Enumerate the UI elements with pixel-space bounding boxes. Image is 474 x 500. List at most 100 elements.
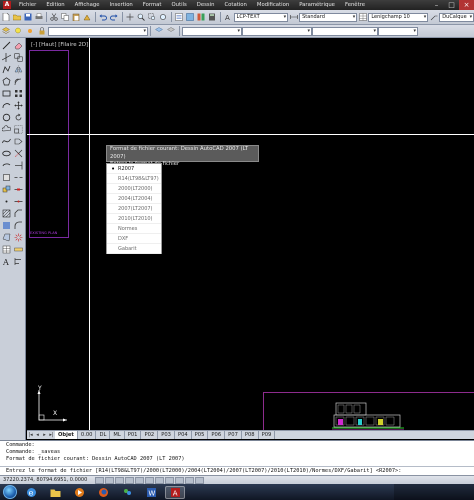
break-icon[interactable]	[13, 184, 24, 195]
option-r14[interactable]: R14(LT98&LT97)	[107, 174, 161, 184]
option-2010[interactable]: 2010(LT2010)	[107, 214, 161, 224]
autocad-taskbar-icon[interactable]: A	[165, 485, 185, 499]
erase-icon[interactable]	[13, 40, 24, 51]
tab-p04[interactable]: P04	[175, 431, 192, 439]
lightbulb-icon[interactable]	[13, 26, 23, 36]
tab-ml[interactable]: ML	[110, 431, 125, 439]
hatch-icon[interactable]	[1, 208, 12, 219]
file-explorer-icon[interactable]	[45, 486, 65, 499]
break-at-point-icon[interactable]	[13, 172, 24, 183]
text-style-select[interactable]: LCP-TEXT	[233, 12, 289, 22]
make-block-icon[interactable]	[1, 184, 12, 195]
redo-icon[interactable]	[110, 12, 119, 22]
autocad-logo-icon[interactable]: A	[0, 0, 14, 10]
pan-icon[interactable]	[126, 12, 135, 22]
menu-fichier[interactable]: Fichier	[14, 2, 41, 8]
polygon-icon[interactable]	[1, 76, 12, 87]
print-icon[interactable]	[34, 12, 43, 22]
linetype-select[interactable]	[242, 26, 312, 36]
close-icon[interactable]: ×	[459, 0, 474, 10]
polyline-icon[interactable]	[1, 64, 12, 75]
option-normes[interactable]: Normes	[107, 224, 161, 234]
match-properties-icon[interactable]	[83, 12, 92, 22]
tab-p08[interactable]: P08	[242, 431, 259, 439]
layer-properties-icon[interactable]	[1, 26, 11, 36]
menu-parametrique[interactable]: Paramétrique	[294, 2, 340, 8]
snap-toggle[interactable]	[105, 476, 114, 484]
lineweight-toggle[interactable]	[185, 476, 194, 484]
copy-object-icon[interactable]	[13, 52, 24, 63]
table-style-select[interactable]: Lenigchamp 10	[368, 12, 429, 22]
open-folder-icon[interactable]	[12, 12, 21, 22]
move-icon[interactable]	[13, 100, 24, 111]
menu-dessin[interactable]: Dessin	[192, 2, 220, 8]
line-icon[interactable]	[1, 40, 12, 51]
zoom-window-icon[interactable]	[148, 12, 157, 22]
quick-properties-toggle[interactable]	[195, 476, 204, 484]
ellipse-icon[interactable]	[1, 148, 12, 159]
dyn-toggle[interactable]	[175, 476, 184, 484]
fillet-icon[interactable]	[13, 220, 24, 231]
table-icon[interactable]	[1, 244, 12, 255]
tab-objet[interactable]: Objet	[55, 431, 78, 439]
menu-fenetre[interactable]: Fenêtre	[340, 2, 370, 8]
menu-modification[interactable]: Modification	[252, 2, 294, 8]
calculator-icon[interactable]	[208, 12, 217, 22]
save-icon[interactable]	[23, 12, 32, 22]
tab-dl[interactable]: DL	[96, 431, 111, 439]
command-input[interactable]: Entrez le format de fichier [R14(LT98&LT…	[0, 466, 474, 475]
tab-p05[interactable]: P05	[192, 431, 209, 439]
option-2004[interactable]: 2004(LT2004)	[107, 194, 161, 204]
align-icon[interactable]	[13, 256, 24, 267]
menu-edition[interactable]: Edition	[41, 2, 69, 8]
trim-icon[interactable]	[13, 148, 24, 159]
gradient-icon[interactable]	[1, 220, 12, 231]
zoom-icon[interactable]	[137, 12, 146, 22]
tab-last-icon[interactable]: ▸|	[48, 431, 55, 439]
layer-previous-icon[interactable]	[166, 26, 176, 36]
annotative-select[interactable]: DuCalque	[439, 12, 474, 22]
mirror-icon[interactable]	[13, 64, 24, 75]
option-2007[interactable]: 2007(LT2007)	[107, 204, 161, 214]
tab-p03[interactable]: P03	[158, 431, 175, 439]
media-player-icon[interactable]	[69, 486, 89, 499]
undo-icon[interactable]	[99, 12, 108, 22]
extend-icon[interactable]	[13, 160, 24, 171]
explode-icon[interactable]	[13, 232, 24, 243]
chamfer-icon[interactable]	[13, 208, 24, 219]
region-icon[interactable]	[1, 232, 12, 243]
ellipse-arc-icon[interactable]	[1, 160, 12, 171]
plotstyle-select[interactable]	[378, 26, 418, 36]
viewport-controls-label[interactable]: [-] [Haut] [Filaire 2D]	[31, 42, 88, 48]
revision-cloud-icon[interactable]	[1, 124, 12, 135]
tab-p09[interactable]: P09	[259, 431, 276, 439]
tab-first-icon[interactable]: |◂	[27, 431, 34, 439]
arc-icon[interactable]	[1, 100, 12, 111]
properties-icon[interactable]	[175, 12, 184, 22]
rectangle-icon[interactable]	[1, 88, 12, 99]
construction-line-icon[interactable]	[1, 52, 12, 63]
array-icon[interactable]	[13, 88, 24, 99]
option-dxf[interactable]: DXF	[107, 234, 161, 244]
menu-format[interactable]: Format	[138, 2, 167, 8]
offset-icon[interactable]	[13, 76, 24, 87]
new-file-icon[interactable]	[1, 12, 10, 22]
color-select[interactable]	[182, 26, 242, 36]
spline-icon[interactable]	[1, 136, 12, 147]
copy-icon[interactable]	[61, 12, 70, 22]
messenger-icon[interactable]	[117, 486, 137, 499]
polar-toggle[interactable]	[135, 476, 144, 484]
menu-outils[interactable]: Outils	[166, 2, 191, 8]
start-button[interactable]	[3, 485, 17, 499]
drawing-area[interactable]: [-] [Haut] [Filaire 2D] EXISTING PLAN X …	[27, 38, 474, 430]
lineweight-select[interactable]	[312, 26, 378, 36]
option-r2007[interactable]: R2007	[107, 164, 161, 174]
cut-icon[interactable]	[50, 12, 59, 22]
menu-cotation[interactable]: Cotation	[219, 2, 251, 8]
rotate-icon[interactable]	[13, 112, 24, 123]
join-icon[interactable]	[13, 196, 24, 207]
firefox-icon[interactable]	[93, 486, 113, 499]
layer-select[interactable]	[48, 26, 148, 36]
multiline-text-icon[interactable]: A	[1, 256, 12, 267]
tab-next-icon[interactable]: ▸	[41, 431, 48, 439]
